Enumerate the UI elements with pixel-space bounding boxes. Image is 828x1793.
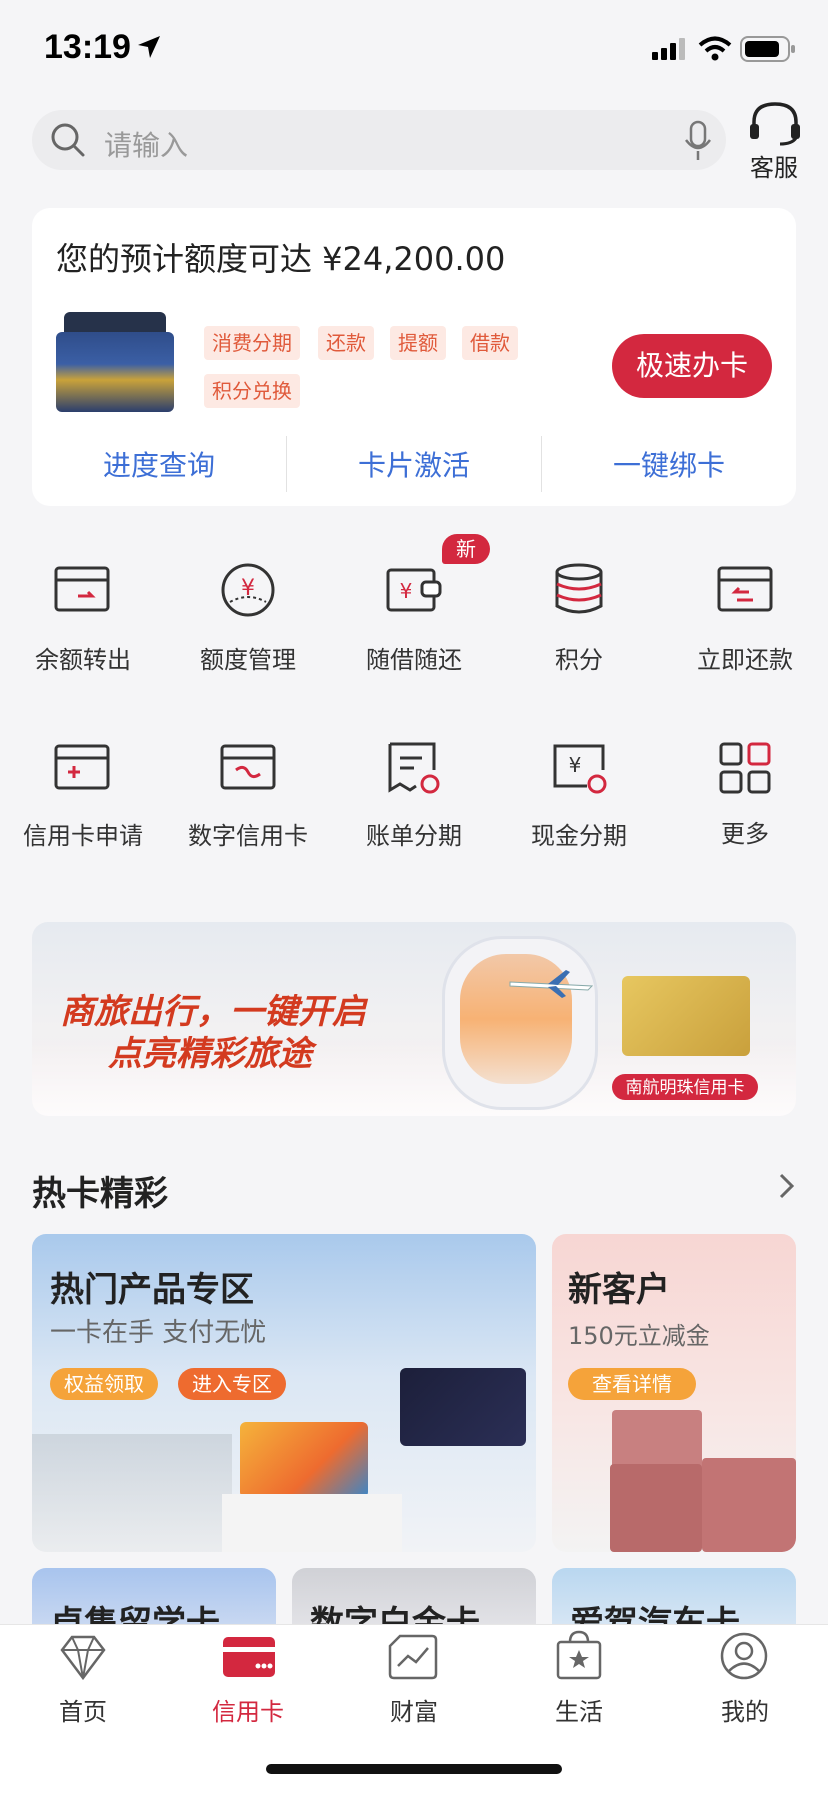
new-badge: 新 (442, 534, 490, 564)
location-arrow-icon (138, 36, 160, 58)
shopping-bag-icon[interactable] (554, 1630, 604, 1680)
card-apply-icon[interactable] (54, 740, 110, 796)
bill-installment-icon[interactable] (386, 740, 442, 796)
cash-installment-icon[interactable]: ¥ (551, 740, 607, 796)
card-image (56, 312, 174, 412)
chevron-right-icon[interactable] (778, 1172, 796, 1200)
new-customer-title: 新客户 (568, 1270, 670, 1310)
repay-now-icon[interactable] (717, 562, 773, 618)
hot-products-subtitle: 一卡在手 支付无忧 (50, 1318, 267, 1348)
hot-products-title: 热门产品专区 (50, 1270, 254, 1310)
borrow-repay-icon[interactable]: ¥ (386, 562, 442, 618)
airplane-icon (509, 970, 594, 998)
grid-item-borrow-repay[interactable]: 随借随还 (331, 640, 497, 675)
limit-management-icon[interactable]: ¥ (220, 562, 276, 618)
tag-points-exchange[interactable]: 积分兑换 (204, 374, 300, 408)
credit-quota-text: 您的预计额度可达 ¥24,200.00 (56, 240, 506, 278)
tab-home[interactable]: 首页 (0, 1692, 166, 1727)
user-profile-icon[interactable] (720, 1632, 768, 1680)
tab-credit-card[interactable]: 信用卡 (165, 1692, 331, 1727)
customer-service-label[interactable]: 客服 (750, 148, 798, 183)
search-input[interactable]: 请输入 (104, 124, 188, 164)
tab-mine[interactable]: 我的 (662, 1692, 828, 1727)
banner-card-tag: 南航明珠信用卡 (625, 1078, 745, 1098)
diamond-home-icon[interactable] (58, 1634, 108, 1680)
grid-item-more[interactable]: 更多 (662, 814, 828, 849)
grid-item-points[interactable]: 积分 (496, 640, 662, 675)
more-grid-icon[interactable] (717, 740, 773, 796)
grid-item-cash-installment[interactable]: 现金分期 (496, 816, 662, 851)
quick-apply-button[interactable]: 极速办卡 (612, 334, 772, 398)
section-title-hot-cards: 热卡精彩 (32, 1174, 168, 1214)
grid-item-repay-now[interactable]: 立即还款 (662, 640, 828, 675)
progress-query-link[interactable]: 进度查询 (32, 444, 286, 484)
search-icon (51, 123, 85, 157)
battery-icon (740, 36, 795, 62)
enter-zone-button[interactable]: 进入专区 (178, 1368, 286, 1400)
view-details-button[interactable]: 查看详情 (568, 1368, 696, 1400)
bind-card-link[interactable]: 一键绑卡 (542, 444, 796, 484)
grid-item-limit-management[interactable]: 额度管理 (165, 640, 331, 675)
grid-item-balance-transfer[interactable]: 余额转出 (0, 640, 166, 675)
svg-text:¥: ¥ (400, 579, 413, 603)
tab-life[interactable]: 生活 (496, 1692, 662, 1727)
microphone-icon[interactable] (682, 120, 714, 162)
grid-item-card-apply[interactable]: 信用卡申请 (0, 816, 166, 851)
tab-wealth[interactable]: 财富 (331, 1692, 497, 1727)
digital-card-icon[interactable] (220, 740, 276, 796)
card-activate-link[interactable]: 卡片激活 (287, 444, 541, 484)
home-indicator (266, 1764, 562, 1774)
wealth-chart-icon[interactable] (388, 1634, 438, 1680)
status-time: 13:19 (44, 28, 131, 66)
tag-raise-limit[interactable]: 提额 (390, 326, 446, 360)
svg-text:¥: ¥ (569, 753, 582, 777)
signal-icon (652, 38, 685, 60)
tag-repay[interactable]: 还款 (318, 326, 374, 360)
grid-item-bill-installment[interactable]: 账单分期 (331, 816, 497, 851)
customer-service-icon[interactable] (748, 100, 802, 146)
balance-transfer-icon[interactable] (54, 562, 110, 618)
points-icon[interactable] (551, 562, 607, 618)
banner-subline: 点亮精彩旅途 (108, 1034, 312, 1074)
benefits-claim-button[interactable]: 权益领取 (50, 1368, 158, 1400)
tag-installment[interactable]: 消费分期 (204, 326, 300, 360)
credit-card-tab-icon[interactable] (222, 1636, 276, 1678)
wifi-icon (698, 36, 732, 61)
grid-item-digital-card[interactable]: 数字信用卡 (165, 816, 331, 851)
tag-loan[interactable]: 借款 (462, 326, 518, 360)
new-customer-subtitle: 150元立减金 (568, 1322, 710, 1350)
